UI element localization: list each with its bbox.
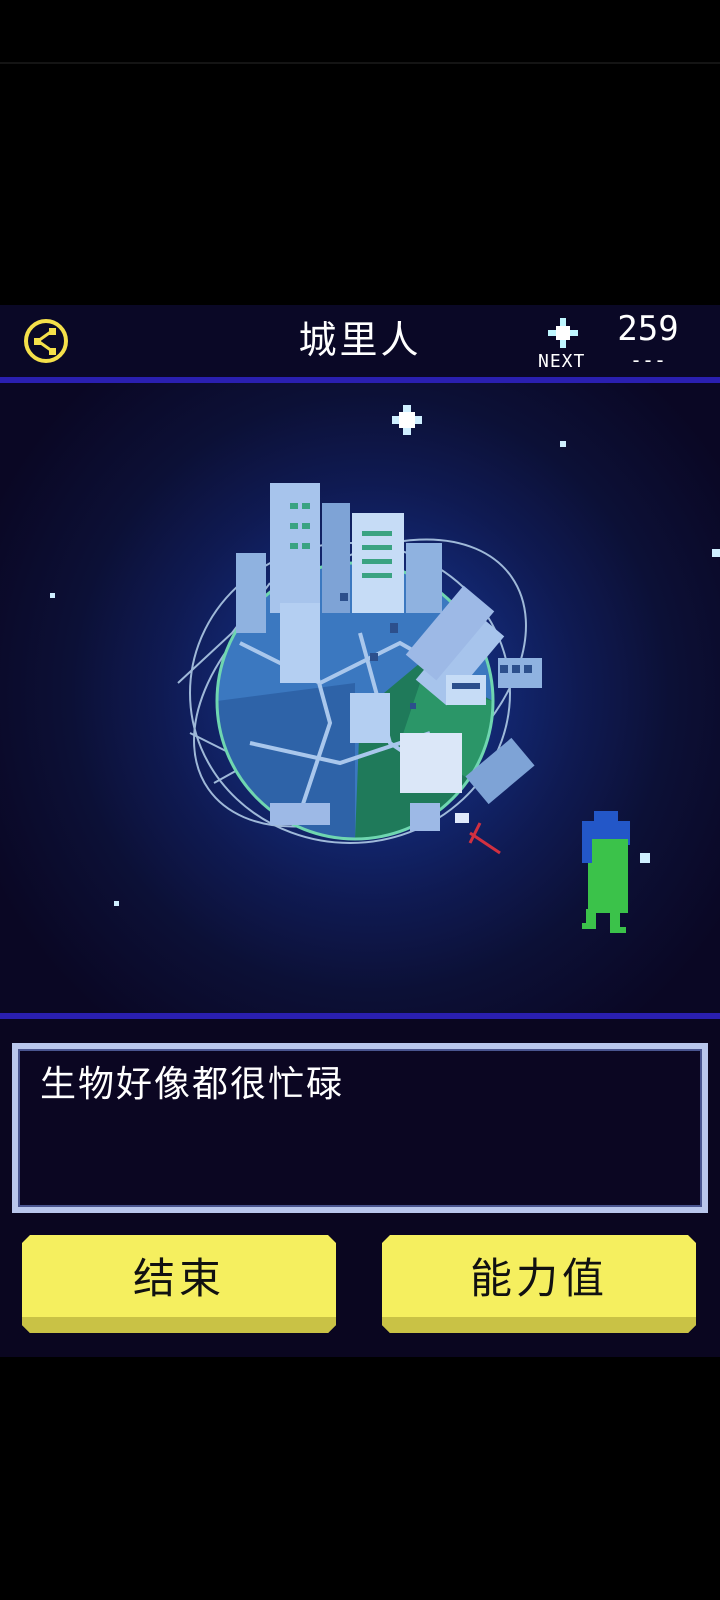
stats-button-label: 能力值: [469, 1254, 608, 1303]
next-value: ---: [629, 348, 667, 372]
space-scene: [0, 383, 720, 1013]
scene-divider: [0, 1013, 720, 1019]
top-bar: 城里人 NEXT 259 ---: [0, 305, 720, 377]
status-bar-divider: [0, 62, 720, 64]
message-box: 生物好像都很忙碌: [12, 1043, 708, 1213]
space-illustration: [50, 405, 720, 933]
planet-title: 城里人: [298, 318, 422, 362]
message-text: 生物好像都很忙碌: [40, 1064, 345, 1105]
game-screen: 城里人 NEXT 259 --- 生物好像都很忙碌 结束 能力值: [0, 305, 720, 1357]
stats-button[interactable]: 能力值: [382, 1235, 696, 1333]
alien-creature: [582, 811, 650, 933]
end-button-label: 结束: [132, 1254, 225, 1303]
next-label: NEXT: [538, 351, 586, 372]
planet-city-illustration: [215, 483, 542, 855]
count-value: 259: [617, 309, 679, 349]
share-button[interactable]: [22, 317, 70, 365]
share-icon: [24, 319, 68, 363]
sparkle-icon: [548, 318, 578, 348]
satellite: [468, 822, 501, 855]
end-button[interactable]: 结束: [22, 1235, 336, 1333]
